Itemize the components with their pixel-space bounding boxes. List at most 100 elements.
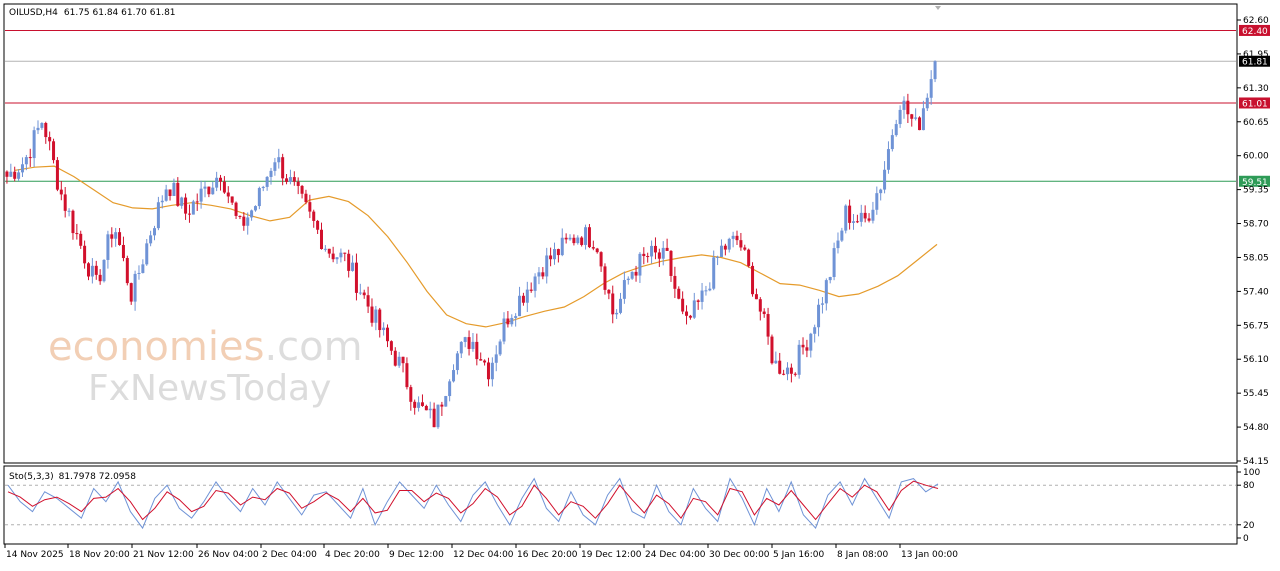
candle-body bbox=[187, 213, 191, 215]
candle-body bbox=[145, 243, 149, 265]
candle-body bbox=[428, 408, 432, 411]
candle-body bbox=[86, 263, 90, 277]
candle-body bbox=[568, 237, 572, 240]
candle-body bbox=[184, 197, 188, 214]
candle-body bbox=[211, 187, 215, 195]
candle-body bbox=[141, 264, 145, 273]
candle-body bbox=[44, 123, 48, 138]
candle-body bbox=[731, 235, 735, 239]
candle-body bbox=[327, 248, 331, 254]
candle-body bbox=[319, 229, 323, 250]
candle-body bbox=[925, 97, 929, 109]
y-tick-label: 61.95 bbox=[1243, 50, 1269, 60]
x-tick-label: 4 Dec 20:00 bbox=[325, 550, 380, 560]
candle-body bbox=[168, 189, 172, 196]
candle-body bbox=[646, 256, 650, 258]
candle-body bbox=[304, 193, 308, 203]
chart-svg[interactable]: economies.com FxNewsToday 62.4061.8161.0… bbox=[0, 0, 1280, 567]
candle-body bbox=[393, 350, 397, 366]
candle-body bbox=[285, 178, 289, 182]
candle-body bbox=[67, 210, 71, 212]
candle-body bbox=[5, 171, 9, 177]
candle-body bbox=[203, 186, 207, 189]
x-tick-label: 13 Jan 00:00 bbox=[901, 550, 958, 560]
candle-body bbox=[902, 100, 906, 110]
watermark-fxnewstoday: FxNewsToday bbox=[88, 368, 331, 409]
candle-body bbox=[867, 218, 871, 221]
candle-body bbox=[316, 220, 320, 230]
candle-body bbox=[890, 135, 894, 150]
candle-body bbox=[36, 127, 40, 131]
candle-body bbox=[669, 250, 673, 276]
candle-body bbox=[98, 274, 102, 282]
time-axis: 14 Nov 2025 18 Nov 20:00 21 Nov 12:00 26 No… bbox=[4, 544, 958, 560]
y-tick-label: 58.05 bbox=[1243, 253, 1269, 263]
candle-body bbox=[323, 248, 327, 250]
candle-body bbox=[401, 356, 405, 364]
candle-body bbox=[910, 114, 914, 119]
sto-tick-label: 20 bbox=[1243, 521, 1255, 531]
candle-body bbox=[374, 309, 378, 323]
candle-body bbox=[723, 245, 727, 250]
candle-body bbox=[727, 238, 731, 250]
candle-body bbox=[556, 249, 560, 256]
candle-body bbox=[362, 292, 366, 296]
candle-body bbox=[129, 283, 133, 302]
sto-tick-label: 100 bbox=[1243, 468, 1260, 478]
stochastic-header: Sto(5,3,3) 81.7978 72.0958 bbox=[9, 472, 136, 482]
candle-body bbox=[603, 266, 607, 290]
candle-body bbox=[257, 188, 261, 207]
candle-body bbox=[164, 189, 168, 201]
chart-window[interactable]: economies.com FxNewsToday 62.40 61.81 61.0… bbox=[0, 0, 1280, 567]
candle-body bbox=[83, 245, 87, 264]
candle-body bbox=[883, 169, 887, 190]
candle-body bbox=[560, 237, 564, 256]
candle-body bbox=[265, 176, 269, 187]
candle-body bbox=[386, 327, 390, 342]
watermark: economies.com FxNewsToday bbox=[48, 324, 363, 409]
candle-body bbox=[906, 100, 910, 115]
candle-body bbox=[696, 300, 700, 302]
candle-body bbox=[448, 381, 452, 397]
candle-body bbox=[494, 354, 498, 363]
candle-body bbox=[32, 130, 36, 159]
candle-body bbox=[832, 248, 836, 278]
candle-body bbox=[63, 194, 67, 211]
candle-body bbox=[455, 353, 459, 371]
candle-body bbox=[580, 237, 584, 245]
candle-body bbox=[312, 211, 316, 221]
candle-body bbox=[510, 317, 514, 325]
candle-body bbox=[828, 277, 832, 281]
candle-body bbox=[94, 265, 98, 275]
candle-body bbox=[463, 337, 467, 342]
candle-body bbox=[347, 253, 351, 271]
candle-body bbox=[490, 362, 494, 380]
candle-body bbox=[479, 359, 483, 361]
candle-body bbox=[288, 177, 292, 182]
y-tick-label: 59.35 bbox=[1243, 186, 1269, 196]
candle-body bbox=[219, 177, 223, 182]
x-tick-label: 8 Jan 08:00 bbox=[837, 550, 889, 560]
candle-body bbox=[704, 290, 708, 292]
candle-body bbox=[611, 293, 615, 315]
candle-body bbox=[308, 202, 312, 212]
candle-body bbox=[234, 202, 238, 216]
candle-body bbox=[886, 149, 890, 170]
candle-body bbox=[615, 312, 619, 315]
candle-body bbox=[789, 367, 793, 374]
candle-body bbox=[351, 262, 355, 271]
candle-body bbox=[782, 373, 786, 375]
candle-body bbox=[207, 186, 211, 195]
candle-body bbox=[250, 210, 254, 218]
candle-body bbox=[840, 230, 844, 241]
x-tick-label: 9 Dec 12:00 bbox=[389, 550, 444, 560]
candle-body bbox=[824, 280, 828, 304]
candle-body bbox=[48, 137, 52, 142]
candle-body bbox=[172, 182, 176, 196]
candle-body bbox=[591, 247, 595, 249]
candle-body bbox=[813, 327, 817, 334]
candle-body bbox=[413, 401, 417, 408]
candle-body bbox=[747, 249, 751, 266]
candle-body bbox=[552, 249, 556, 260]
candle-body bbox=[176, 182, 180, 206]
